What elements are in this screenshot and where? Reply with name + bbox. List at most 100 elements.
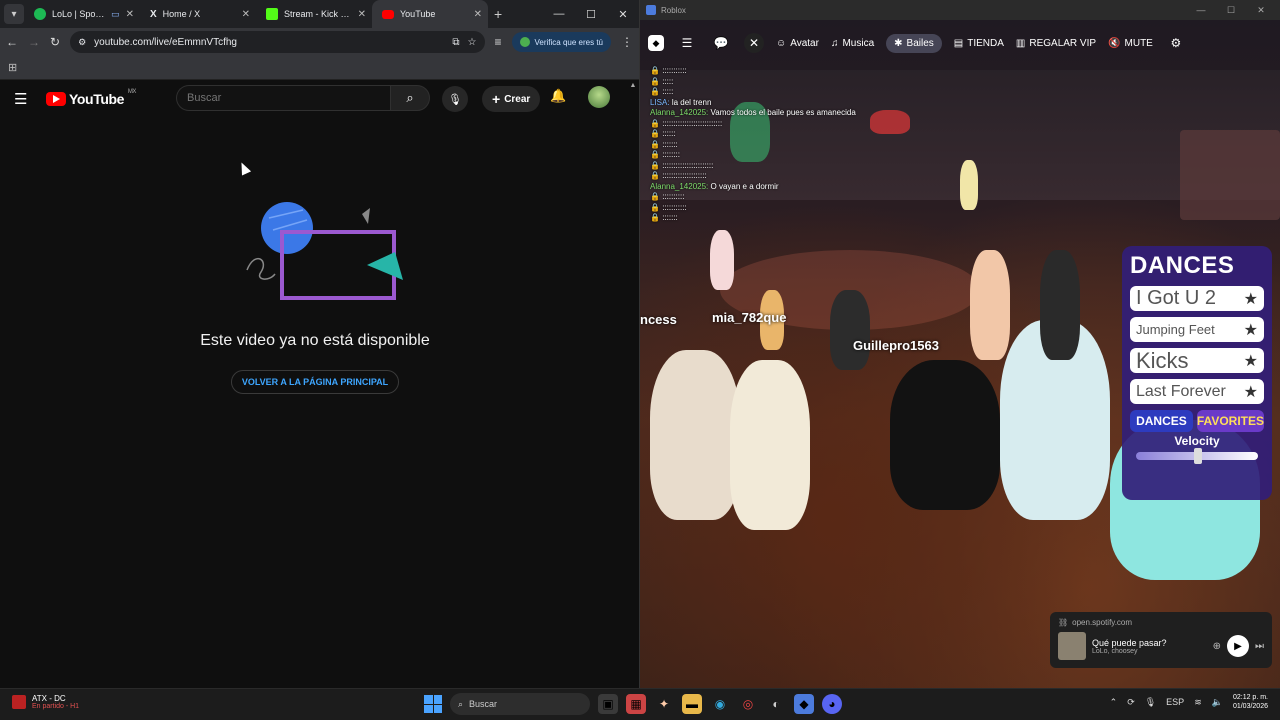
language-indicator[interactable]: ESP <box>1166 697 1184 707</box>
search-input[interactable] <box>176 85 390 111</box>
chrome-icon[interactable]: ◎ <box>738 694 758 714</box>
tab-kick[interactable]: Stream - Kick Dashb ✕ <box>256 0 372 28</box>
file-explorer-icon[interactable]: ▬ <box>682 694 702 714</box>
dance-item[interactable]: Last Forever ★ <box>1130 379 1264 404</box>
sync-icon[interactable]: ⟳ <box>1127 697 1135 708</box>
site-info-icon[interactable]: ⚙ <box>78 37 86 48</box>
edge-icon[interactable]: ◉ <box>710 694 730 714</box>
minimize-icon[interactable]: — <box>543 0 575 28</box>
tab-favorites[interactable]: FAVORITES <box>1196 410 1264 432</box>
close-icon[interactable]: ✕ <box>744 33 764 53</box>
close-tab-icon[interactable]: ✕ <box>242 9 250 20</box>
close-window-icon[interactable]: ✕ <box>607 0 639 28</box>
apps-icon[interactable]: ⊞ <box>8 61 17 74</box>
wifi-icon[interactable]: ≋ <box>1194 697 1202 708</box>
url-text[interactable]: youtube.com/live/eEmmnVTcfhg <box>94 37 444 48</box>
avatar-button[interactable]: ☺ Avatar <box>776 38 819 49</box>
verify-button[interactable]: Verifica que eres tú <box>511 32 611 52</box>
address-bar[interactable]: ⚙ youtube.com/live/eEmmnVTcfhg ⧉ ☆ <box>70 31 485 53</box>
dances-label: Bailes <box>906 37 934 49</box>
discord-icon[interactable]: ◕ <box>822 694 842 714</box>
play-button[interactable]: ▶ <box>1227 635 1249 657</box>
store-icon[interactable]: ▦ <box>626 694 646 714</box>
music-icon: ♫ <box>830 37 839 49</box>
new-tab-button[interactable]: + <box>494 6 502 22</box>
hamburger-icon[interactable]: ☰ <box>676 32 698 54</box>
obs-icon[interactable]: ◐ <box>766 694 786 714</box>
dance-item[interactable]: Kicks ★ <box>1130 348 1264 373</box>
forward-icon[interactable]: → <box>28 35 40 49</box>
start-icon[interactable] <box>424 695 442 713</box>
tab-x[interactable]: X Home / X ✕ <box>140 0 256 28</box>
star-icon[interactable]: ★ <box>1244 289 1258 309</box>
bookmark-star-icon[interactable]: ☆ <box>468 37 477 48</box>
cast-icon[interactable]: ⊕ <box>1213 641 1221 652</box>
settings-icon[interactable]: ⚙ <box>1165 32 1187 54</box>
back-home-button[interactable]: VOLVER A LA PÁGINA PRINCIPAL <box>230 370 400 394</box>
create-button[interactable]: + Crear <box>482 86 541 112</box>
close-tab-icon[interactable]: ✕ <box>474 9 482 20</box>
chat-author[interactable]: Alanna_142025: <box>650 108 708 117</box>
dances-tabs: DANCES FAVORITES <box>1130 410 1264 432</box>
tab-dances[interactable]: DANCES <box>1130 410 1193 432</box>
star-icon[interactable]: ★ <box>1244 351 1258 371</box>
bell-icon[interactable]: 🔔 <box>550 88 566 104</box>
hamburger-icon[interactable]: ☰ <box>14 90 36 108</box>
chat-author[interactable]: Alanna_142025: <box>650 182 708 191</box>
microphone-icon[interactable]: 🎙 <box>442 86 468 112</box>
roblox-menu-icon[interactable]: ◆ <box>648 35 664 51</box>
avatar[interactable] <box>588 86 610 108</box>
roblox-icon[interactable]: ◆ <box>794 694 814 714</box>
dances-button[interactable]: ✱ Bailes <box>886 33 942 53</box>
star-icon[interactable]: ★ <box>1244 320 1258 340</box>
star-icon[interactable]: ★ <box>1244 382 1258 402</box>
avatar-character <box>960 160 978 210</box>
music-button[interactable]: ♫ Musica <box>831 38 874 49</box>
reload-icon[interactable]: ↻ <box>50 35 60 49</box>
velocity-slider[interactable] <box>1136 448 1258 464</box>
chevron-up-icon[interactable]: ⌃ <box>1110 697 1118 708</box>
task-view-icon[interactable]: ▣ <box>598 694 618 714</box>
dance-label: Jumping Feet <box>1136 322 1215 337</box>
slider-handle[interactable] <box>1194 448 1202 464</box>
menu-icon[interactable]: ⋮ <box>621 35 633 49</box>
reading-list-icon[interactable]: ≡ <box>495 35 502 49</box>
roblox-icon <box>646 5 656 15</box>
youtube-header: ☰ YouTube MX ⌕ 🎙 + Crear 🔔 <box>0 80 639 118</box>
gift-vip-button[interactable]: ▥ REGALAR VIP <box>1016 38 1096 49</box>
chat-author[interactable]: LISA: <box>650 98 670 107</box>
dance-item[interactable]: Jumping Feet ★ <box>1130 317 1264 342</box>
tab-search-button[interactable]: ▾ <box>4 4 24 24</box>
copilot-icon[interactable]: ✦ <box>654 694 674 714</box>
maximize-icon[interactable]: ☐ <box>1216 0 1246 20</box>
microphone-icon[interactable]: 🎙 <box>1145 697 1156 708</box>
close-tab-icon[interactable]: ✕ <box>358 9 366 20</box>
window-controls: — ☐ ✕ <box>543 0 639 28</box>
clock[interactable]: 02:12 p. m. 01/03/2026 <box>1233 693 1268 711</box>
sports-widget[interactable]: ATX - DC En partido - H1 <box>12 694 79 710</box>
scroll-up-icon[interactable]: ▲ <box>629 82 637 89</box>
maximize-icon[interactable]: ☐ <box>575 0 607 28</box>
chat-icon[interactable]: 💬 <box>710 32 732 54</box>
chat-text: ::::::::::::::::::::::: <box>662 160 714 170</box>
chat-text: ::::::::::: <box>662 202 687 212</box>
taskbar-search[interactable]: ⌕ Buscar <box>450 693 590 715</box>
dance-item[interactable]: I Got U 2 ★ <box>1130 286 1264 311</box>
back-icon[interactable]: ← <box>6 35 18 49</box>
close-tab-icon[interactable]: ✕ <box>126 9 134 20</box>
minimize-icon[interactable]: — <box>1186 0 1216 20</box>
mute-button[interactable]: 🔇 MUTE <box>1108 38 1153 49</box>
store-button[interactable]: ▤ TIENDA <box>954 38 1004 49</box>
install-icon[interactable]: ⧉ <box>452 37 459 48</box>
tab-spotify[interactable]: LoLo | Spotify ▭ ✕ <box>24 0 140 28</box>
search-icon[interactable]: ⌕ <box>390 85 430 111</box>
volume-icon[interactable]: 🔈 <box>1212 697 1223 708</box>
tab-youtube[interactable]: YouTube ✕ <box>372 0 488 28</box>
next-track-icon[interactable]: ⏭ <box>1255 641 1264 652</box>
youtube-logo[interactable]: YouTube MX <box>46 89 136 107</box>
cast-icon[interactable]: ▭ <box>111 9 120 20</box>
lock-icon: 🔒 <box>650 118 663 128</box>
close-window-icon[interactable]: ✕ <box>1246 0 1276 20</box>
scrollbar[interactable]: ▲ <box>629 82 637 688</box>
browser-toolbar: ← → ↻ ⚙ youtube.com/live/eEmmnVTcfhg ⧉ ☆… <box>0 28 639 56</box>
